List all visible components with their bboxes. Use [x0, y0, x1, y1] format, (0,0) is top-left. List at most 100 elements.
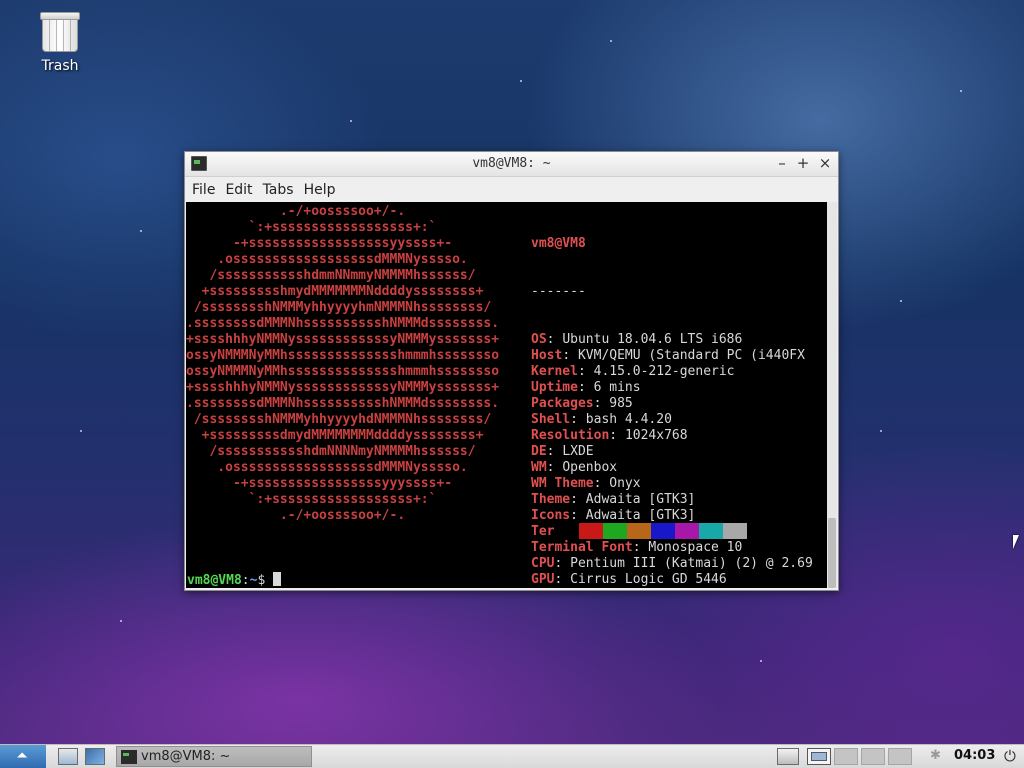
info-row: Shell: bash 4.4.20	[531, 412, 672, 427]
info-key: Icons	[531, 508, 571, 523]
logo-line: .-/+oossssoo+/-.	[186, 508, 406, 523]
palette-swatch	[603, 523, 627, 539]
maximize-button[interactable]: +	[794, 154, 812, 172]
info-row: DE: LXDE	[531, 444, 594, 459]
mouse-pointer-icon	[1013, 535, 1019, 549]
logo-line: -+sssssssssssssssssyyyssss+-	[186, 476, 453, 491]
task-terminal[interactable]: vm8@VM8: ~	[116, 746, 312, 767]
info-key: CPU	[531, 556, 555, 571]
menu-edit[interactable]: Edit	[220, 182, 257, 198]
desktop-pager-1[interactable]	[807, 748, 831, 765]
desktop-icon[interactable]	[85, 748, 105, 765]
info-key: OS	[531, 332, 547, 347]
prompt-sep: :	[241, 573, 250, 588]
info-row: Host: KVM/QEMU (Standard PC (i440FX	[531, 348, 805, 363]
info-row: OS: Ubuntu 18.04.6 LTS i686	[531, 332, 743, 347]
trash-label: Trash	[41, 58, 79, 74]
distro-logo-ascii: .-/+oossssoo+/-. `:+ssssssssssssssssss+:…	[186, 204, 499, 524]
terminal-scrollbar[interactable]	[827, 202, 837, 588]
minimize-button[interactable]: –	[773, 154, 791, 172]
prompt-user: vm8@VM8	[187, 573, 242, 588]
palette-swatch	[723, 523, 747, 539]
palette-swatch	[579, 523, 603, 539]
info-value: KVM/QEMU (Standard PC (i440FX	[577, 348, 805, 363]
info-key: Resolution	[531, 428, 610, 443]
prompt-symbol: $	[257, 573, 274, 588]
menu-tabs[interactable]: Tabs	[258, 182, 299, 198]
info-row: Packages: 985	[531, 396, 633, 411]
terminal-window[interactable]: vm8@VM8: ~ – + × File Edit Tabs Help .-/…	[184, 151, 839, 591]
trash-icon	[40, 10, 80, 54]
info-key: Theme	[531, 492, 571, 507]
info-value: Adwaita [GTK3]	[585, 508, 696, 523]
window-titlebar[interactable]: vm8@VM8: ~ – + ×	[185, 152, 838, 177]
task-label: vm8@VM8: ~	[141, 749, 231, 764]
logo-line: .ossssssssssssssssssdMMMNysssso.	[186, 252, 468, 267]
logo-line: +sssshhhyNMMNyssssssssssssyNMMMysssssss+	[186, 380, 500, 395]
shell-prompt[interactable]: vm8@VM8:~$	[187, 572, 282, 588]
scrollbar-thumb[interactable]	[828, 518, 836, 588]
logo-line: +ssssssssshmydMMMMMMMNddddyssssssss+	[186, 284, 484, 299]
info-row: Uptime: 6 mins	[531, 380, 641, 395]
logo-line: .ssssssssdMMMNhsssssssssshNMMMdssssssss.	[186, 316, 500, 331]
info-key: Uptime	[531, 380, 578, 395]
info-key: DE	[531, 444, 547, 459]
menu-help[interactable]: Help	[299, 182, 341, 198]
info-row: Kernel: 4.15.0-212-generic	[531, 364, 735, 379]
palette-swatch	[627, 523, 651, 539]
info-separator: -------	[531, 284, 586, 299]
window-list-icon[interactable]	[777, 748, 799, 765]
menu-file[interactable]: File	[187, 182, 220, 198]
logo-line: ossyNMMMNyMMhsssssssssssssshmmmhssssssso	[186, 364, 500, 379]
close-button[interactable]: ×	[816, 154, 834, 172]
lxde-menu-icon: ⏶	[16, 748, 28, 764]
palette-swatch	[651, 523, 675, 539]
desktop-pager-4[interactable]	[888, 748, 912, 765]
desktop-pager-3[interactable]	[861, 748, 885, 765]
info-value: 4.15.0-212-generic	[593, 364, 735, 379]
logo-line: `:+ssssssssssssssssss+:`	[186, 220, 437, 235]
info-key: Packages	[531, 396, 594, 411]
info-row: Icons: Adwaita [GTK3]	[531, 508, 696, 523]
info-value: Pentium III (Katmai) (2) @ 2.69	[570, 556, 813, 571]
logo-line: +sssssssssdmydMMMMMMMMddddyssssssss+	[186, 428, 484, 443]
info-value: 6 mins	[593, 380, 641, 395]
start-menu-button[interactable]: ⏶	[0, 745, 46, 768]
file-manager-icon[interactable]	[58, 748, 78, 765]
desktop-trash[interactable]: Trash	[24, 10, 96, 74]
clock[interactable]: 04:03	[954, 748, 995, 763]
power-icon[interactable]: ⏻	[1004, 747, 1016, 765]
info-value: Monospace 10	[648, 540, 743, 555]
taskbar: ⏶ vm8@VM8: ~ ✱ 04:03 ⏻	[0, 744, 1024, 768]
logo-line: /sssssssshNMMMyhhyyyyhdNMMMNhssssssss/	[186, 412, 492, 427]
menubar: File Edit Tabs Help	[185, 177, 838, 203]
info-key: WM	[531, 460, 547, 475]
palette-swatch	[675, 523, 699, 539]
info-row: CPU: Pentium III (Katmai) (2) @ 2.69	[531, 556, 813, 571]
info-value: Openbox	[562, 460, 618, 475]
info-row: Terminal Font: Monospace 10	[531, 540, 743, 555]
logo-line: .ssssssssdMMMNhsssssssssshNMMMdssssssss.	[186, 396, 500, 411]
info-key: GPU	[531, 572, 555, 587]
info-key: Shell	[531, 412, 571, 427]
info-value: Onyx	[609, 476, 641, 491]
logo-line: /ssssssssssshdmNNNNmyNMMMMhssssss/	[186, 444, 476, 459]
logo-line: `:+ssssssssssssssssss+:`	[186, 492, 437, 507]
logo-line: +sssshhhyNMMNyssssssssssssyNMMMysssssss+	[186, 332, 500, 347]
window-title: vm8@VM8: ~	[472, 156, 551, 171]
info-key: Host	[531, 348, 563, 363]
info-key: Terminal Font	[531, 540, 633, 555]
logo-line: .ossssssssssssssssssdMMMNysssso.	[186, 460, 468, 475]
palette-swatch	[555, 523, 579, 539]
info-userhost: vm8@VM8	[531, 236, 586, 251]
desktop-pager-2[interactable]	[834, 748, 858, 765]
logo-line: /sssssssshNMMMyhhyyyyhmNMMMNhssssssss/	[186, 300, 492, 315]
text-cursor	[273, 572, 282, 586]
logo-line: ossyNMMMNyMMhsssssssssssssshmmmhssssssso	[186, 348, 500, 363]
info-row: Theme: Adwaita [GTK3]	[531, 492, 696, 507]
logo-line: -+ssssssssssssssssssyyssss+-	[186, 236, 453, 251]
bluetooth-icon[interactable]: ✱	[930, 748, 941, 763]
terminal-output[interactable]: .-/+oossssoo+/-. `:+ssssssssssssssssss+:…	[186, 202, 827, 588]
info-value: 985	[609, 396, 633, 411]
info-value: 1024x768	[624, 428, 688, 443]
